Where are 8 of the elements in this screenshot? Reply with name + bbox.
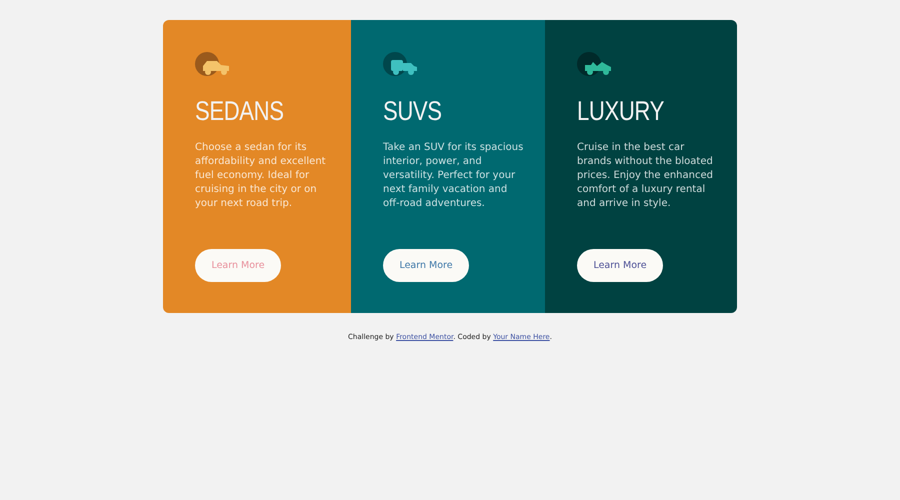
card-title: SEDANS: [195, 96, 284, 126]
card-title: LUXURY: [577, 96, 664, 126]
learn-more-button[interactable]: Learn More: [383, 249, 469, 282]
card-description: Cruise in the best car brands without the bloated prices. Enjoy the enhanced comfort of a luxury rental and arrive in style.: [577, 141, 714, 211]
card-description: Take an SUV for its spacious interior, power, and versatility. Perfect for your next family vacation and off-road adventures.: [383, 141, 524, 211]
card-description: Choose a sedan for its affordability and excellent fuel economy. Ideal for cruising in the city or on your next road trip.: [195, 141, 327, 211]
card-title: SUVS: [383, 96, 442, 126]
learn-more-button[interactable]: Learn More: [577, 249, 663, 282]
